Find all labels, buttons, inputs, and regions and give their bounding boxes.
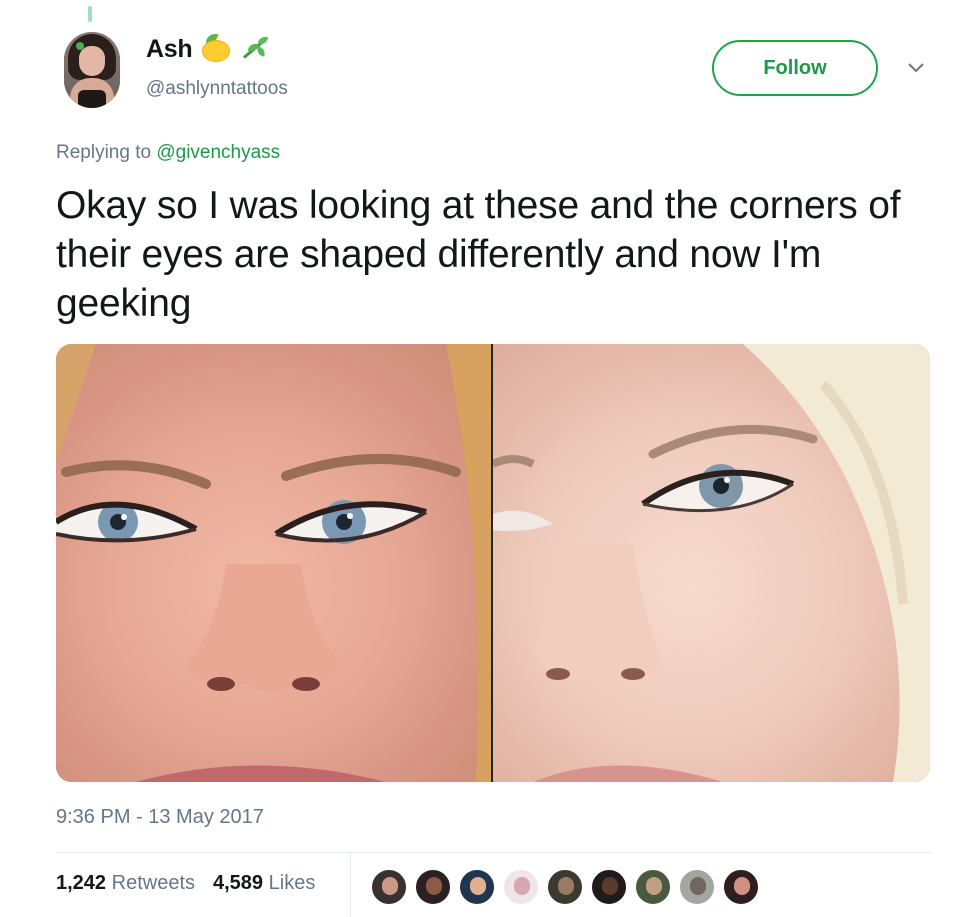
liker-avatar[interactable] [370, 868, 408, 906]
liker-avatar[interactable] [590, 868, 628, 906]
retweets-count: 1,242 [56, 872, 107, 894]
reply-mention-link[interactable]: @givenchyass [156, 142, 280, 163]
replying-to: Replying to @givenchyass [56, 142, 280, 164]
liker-avatars [370, 868, 760, 906]
replying-to-label: Replying to [56, 142, 152, 163]
avatar[interactable] [64, 32, 120, 108]
author-handle[interactable]: @ashlynntattoos [146, 78, 288, 100]
stats-separator [350, 853, 351, 917]
liker-avatar[interactable] [722, 868, 760, 906]
media-grid [56, 344, 930, 782]
stats-divider [56, 852, 932, 853]
liker-avatar[interactable] [634, 868, 672, 906]
lemon-icon [200, 34, 232, 64]
liker-avatar[interactable] [502, 868, 540, 906]
likes-count: 4,589 [213, 872, 264, 894]
author-name-row: Ash [146, 34, 270, 64]
thread-connector-line [88, 6, 92, 22]
liker-avatar[interactable] [414, 868, 452, 906]
liker-avatar[interactable] [546, 868, 584, 906]
retweets-label: Retweets [111, 872, 195, 894]
tweet-text: Okay so I was looking at these and the c… [56, 184, 901, 325]
photo-right[interactable] [493, 344, 930, 782]
chevron-down-icon[interactable] [906, 60, 926, 76]
liker-avatar[interactable] [678, 868, 716, 906]
photo-left[interactable] [56, 344, 491, 782]
likes-label: Likes [268, 872, 316, 894]
follow-button[interactable]: Follow [712, 40, 878, 96]
author-name[interactable]: Ash [146, 35, 193, 64]
herb-icon [240, 34, 270, 64]
liker-avatar[interactable] [458, 868, 496, 906]
tweet-stats: 1,242 Retweets 4,589 Likes [56, 872, 315, 895]
retweets-stat[interactable]: 1,242 Retweets [56, 872, 195, 895]
tweet-timestamp[interactable]: 9:36 PM - 13 May 2017 [56, 806, 264, 829]
likes-stat[interactable]: 4,589 Likes [213, 872, 315, 895]
